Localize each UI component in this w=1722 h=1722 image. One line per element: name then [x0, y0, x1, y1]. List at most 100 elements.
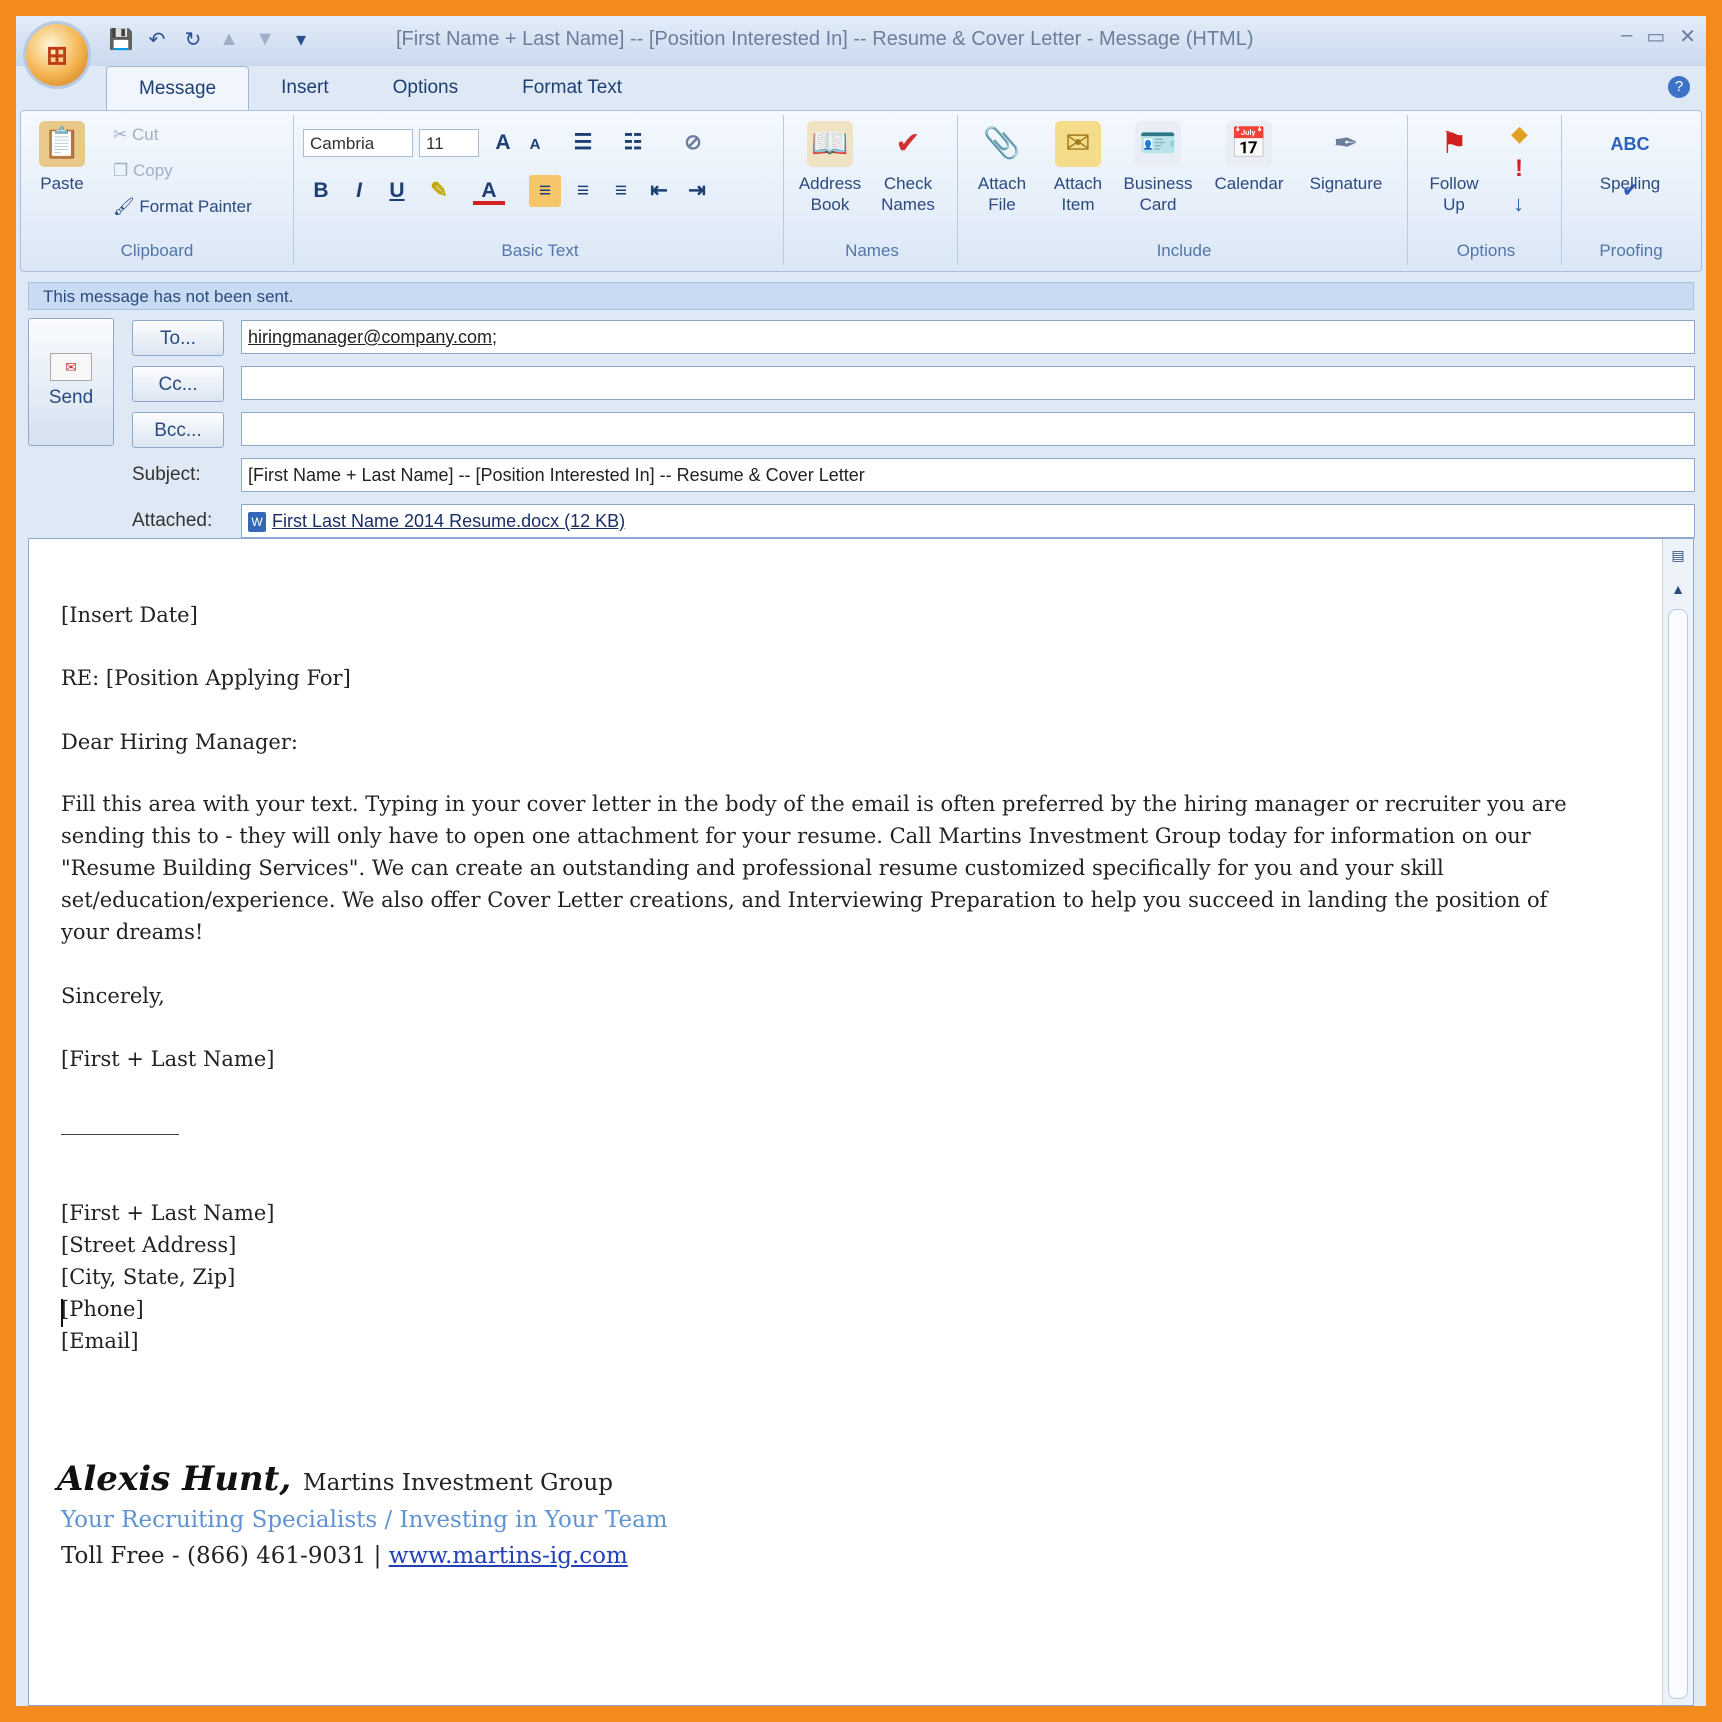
tab-message[interactable]: Message [106, 66, 250, 111]
spelling-button[interactable]: ABC ✔ Spelling [1585, 121, 1675, 200]
include-group-label: Include [1156, 241, 1212, 260]
align-right-icon[interactable]: ≡ [605, 175, 637, 207]
letter-date: [Insert Date] [61, 603, 198, 627]
high-importance-icon[interactable]: ! [1515, 155, 1523, 183]
signature-button[interactable]: ✒ Signature [1301, 121, 1391, 194]
italic-button[interactable]: I [343, 175, 375, 207]
names-group: 📖 Address Book ✔ Check Names Names [787, 115, 958, 265]
to-recipient[interactable]: hiringmanager@company.com; [248, 327, 497, 347]
numbering-icon[interactable]: ☷ [617, 127, 649, 159]
paste-button[interactable]: 📋 Paste [27, 121, 97, 194]
office-button[interactable]: ⊞ [26, 24, 88, 86]
maximize-icon[interactable]: ▭ [1646, 24, 1665, 49]
include-group: 📎 Attach File ✉ Attach Item 🪪 Business C… [961, 115, 1408, 265]
close-icon[interactable]: ✕ [1679, 24, 1696, 49]
cc-field[interactable] [241, 366, 1695, 400]
paperclip-icon: 📎 [983, 127, 1021, 160]
undo-icon[interactable]: ↶ [144, 26, 170, 52]
copy-button[interactable]: ❐ Copy [113, 161, 173, 181]
envelope-icon: ✉ [1055, 121, 1101, 167]
next-item-icon[interactable]: ▼ [252, 26, 278, 52]
attach-item-button[interactable]: ✉ Attach Item [1041, 121, 1115, 215]
previous-item-icon[interactable]: ▲ [216, 26, 242, 52]
subject-label: Subject: [132, 464, 201, 485]
signature-website-link[interactable]: www.martins-ig.com [389, 1543, 628, 1569]
attachment-link[interactable]: First Last Name 2014 Resume.docx (12 KB) [272, 511, 625, 531]
attach-file-button[interactable]: 📎 Attach File [965, 121, 1039, 215]
signature-phone: Toll Free - (866) 461-9031 | [61, 1543, 382, 1569]
tab-insert[interactable]: Insert [249, 66, 361, 110]
ribbon-tabs: Message Insert Options Format Text [106, 66, 654, 111]
bcc-field[interactable] [241, 412, 1695, 446]
ruler-toggle-icon[interactable]: ▤ [1667, 545, 1689, 565]
bcc-button[interactable]: Bcc... [132, 412, 224, 448]
low-importance-icon[interactable]: ↓ [1513, 191, 1524, 217]
shrink-font-button[interactable]: A [519, 129, 551, 161]
redo-icon[interactable]: ↻ [180, 26, 206, 52]
business-card-icon: 🪪 [1135, 121, 1181, 167]
save-icon[interactable]: 💾 [108, 26, 134, 52]
check-names-button[interactable]: ✔ Check Names [871, 121, 945, 215]
clear-formatting-icon[interactable]: ⊘ [677, 127, 709, 159]
address-book-button[interactable]: 📖 Address Book [793, 121, 867, 215]
format-painter-button[interactable]: 🖌 Format Painter [113, 197, 252, 217]
signature-company: Martins Investment Group [303, 1470, 613, 1496]
to-button[interactable]: To... [132, 320, 224, 356]
increase-indent-icon[interactable]: ⇥ [681, 175, 713, 207]
font-size-select[interactable]: 11 [419, 129, 479, 157]
contact-block: [First + Last Name] [Street Address] [Ci… [61, 1197, 274, 1357]
letter-closing: Sincerely, [61, 984, 165, 1008]
align-center-icon[interactable]: ≡ [567, 175, 599, 207]
bullets-icon[interactable]: ☰ [567, 127, 599, 159]
word-document-icon: W [248, 512, 266, 533]
cut-button[interactable]: ✂ Cut [113, 125, 158, 145]
underline-button[interactable]: U [381, 175, 413, 207]
signature-divider [61, 1134, 179, 1135]
scroll-up-arrow-icon[interactable]: ▲ [1667, 579, 1689, 599]
window-title: [First Name + Last Name] -- [Position In… [396, 28, 1254, 50]
bold-button[interactable]: B [305, 175, 337, 207]
office-logo-icon: ⊞ [46, 39, 68, 70]
font-color-icon[interactable]: A [473, 175, 505, 205]
info-bar: This message has not been sent. [28, 282, 1694, 310]
scroll-thumb[interactable] [1668, 609, 1688, 1699]
tab-options[interactable]: Options [361, 66, 490, 110]
letter-body-paragraph: Fill this area with your text. Typing in… [61, 792, 1567, 944]
categorize-icon[interactable]: ◆ [1511, 121, 1528, 147]
signature-block: Alexis Hunt, Martins Investment Group [57, 1459, 613, 1499]
tab-format-text[interactable]: Format Text [490, 66, 654, 110]
spelling-check-icon: ABC ✔ [1610, 134, 1650, 200]
proofing-group-label: Proofing [1599, 241, 1663, 260]
signature-contact-line: Toll Free - (866) 461-9031 | www.martins… [61, 1543, 628, 1569]
contact-street: [Street Address] [61, 1233, 237, 1257]
decrease-indent-icon[interactable]: ⇤ [643, 175, 675, 207]
help-icon[interactable]: ? [1668, 76, 1690, 98]
minimize-icon[interactable]: – [1621, 24, 1632, 49]
align-left-icon[interactable]: ≡ [529, 175, 561, 207]
message-body[interactable]: [Insert Date] RE: [Position Applying For… [28, 538, 1694, 1706]
signature-name: Alexis Hunt, [57, 1459, 292, 1499]
send-envelope-icon: ✉ [50, 353, 92, 381]
vertical-scrollbar[interactable]: ▤ ▲ [1662, 539, 1693, 1705]
basic-text-group: Cambria 11 A A ☰ ☷ ⊘ B I U ✎ A ≡ ≡ ≡ ⇤ ⇥… [297, 115, 784, 265]
signature-tagline: Your Recruiting Specialists / Investing … [61, 1507, 668, 1533]
business-card-button[interactable]: 🪪 Business Card [1121, 121, 1195, 215]
text-cursor [61, 1299, 63, 1327]
attached-field: W First Last Name 2014 Resume.docx (12 KB… [241, 504, 1695, 538]
outlook-message-window: ⊞ 💾 ↶ ↻ ▲ ▼ ▾ [First Name + Last Name] -… [16, 16, 1706, 1706]
customize-qat-icon[interactable]: ▾ [288, 26, 314, 52]
highlight-icon[interactable]: ✎ [423, 175, 455, 207]
subject-field[interactable]: [First Name + Last Name] -- [Position In… [241, 458, 1695, 492]
calendar-button[interactable]: 📅 Calendar [1205, 121, 1293, 194]
clipboard-group: 📋 Paste ✂ Cut ❐ Copy 🖌 Format Painter Cl… [21, 115, 294, 265]
basic-text-group-label: Basic Text [501, 241, 579, 260]
to-field[interactable]: hiringmanager@company.com; [241, 320, 1695, 354]
options-group-label: Options [1456, 241, 1516, 260]
names-group-label: Names [845, 241, 899, 260]
quick-access-toolbar: 💾 ↶ ↻ ▲ ▼ ▾ [108, 26, 314, 52]
send-button[interactable]: ✉ Send [28, 318, 114, 446]
follow-up-button[interactable]: ⚑ Follow Up [1417, 121, 1491, 215]
grow-font-button[interactable]: A [487, 127, 519, 159]
font-name-select[interactable]: Cambria [303, 129, 413, 157]
cc-button[interactable]: Cc... [132, 366, 224, 402]
